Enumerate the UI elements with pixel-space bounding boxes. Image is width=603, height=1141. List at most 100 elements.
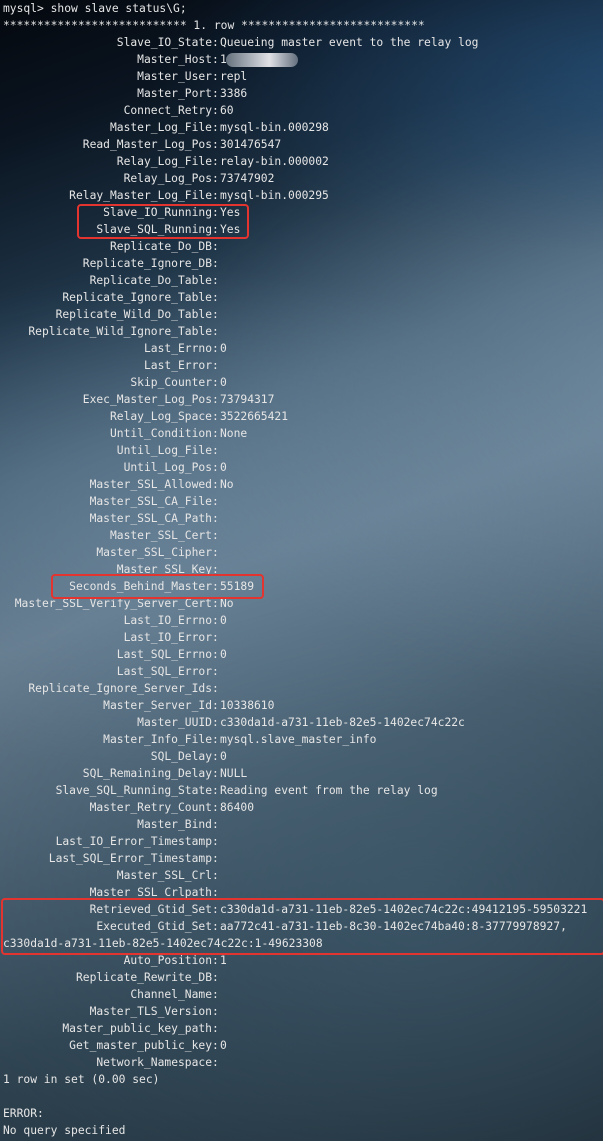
status-key: Last_SQL_Error_Timestamp: [48, 852, 212, 865]
status-value: NULL: [220, 767, 248, 780]
status-row: Master_Server_Id:10338610: [0, 697, 603, 714]
status-value: 3386: [220, 87, 248, 100]
status-row: Master_SSL_Allowed: No: [0, 476, 603, 493]
status-key: Master_Bind: [137, 818, 212, 831]
status-colon: :: [212, 495, 219, 508]
status-row: SQL_Remaining_Delay: NULL: [0, 765, 603, 782]
status-row: Master_SSL_CA_Path:: [0, 510, 603, 527]
status-value: 0: [220, 461, 227, 474]
status-row: Last_SQL_Error:: [0, 663, 603, 680]
status-key: Replicate_Do_Table: [89, 274, 212, 287]
status-row: Until_Condition: None: [0, 425, 603, 442]
status-key: Connect_Retry: [123, 104, 212, 117]
status-row: Replicate_Wild_Do_Table:: [0, 306, 603, 323]
status-key: Relay_Log_File: [116, 155, 212, 168]
status-colon: :: [212, 121, 219, 134]
status-row: Exec_Master_Log_Pos:73794317: [0, 391, 603, 408]
status-row: Slave_SQL_Running_State: Reading event fr…: [0, 782, 603, 799]
status-key: Master_Host: [137, 53, 212, 66]
status-value: 73747902: [220, 172, 275, 185]
status-row: Replicate_Rewrite_DB:: [0, 969, 603, 986]
status-colon: :: [212, 835, 219, 848]
status-row: Master_public_key_path:: [0, 1020, 603, 1037]
status-colon: :: [212, 342, 219, 355]
status-key: Master_User: [137, 70, 212, 83]
status-key: SQL_Delay: [150, 750, 212, 763]
status-key: SQL_Remaining_Delay: [82, 767, 212, 780]
highlight-running-status: [77, 204, 249, 239]
status-key: Master_Retry_Count: [89, 801, 212, 814]
status-key: Exec_Master_Log_Pos: [82, 393, 212, 406]
highlight-gtid-sets: [1, 898, 603, 955]
status-value: No: [220, 478, 234, 491]
status-value: mysql.slave_master_info: [220, 733, 377, 746]
status-value: c330da1d-a731-11eb-82e5-1402ec74c22c: [220, 716, 465, 729]
status-key: Until_Condition: [109, 427, 212, 440]
status-value: Reading event from the relay log: [220, 784, 438, 797]
footer-line: No query specified: [3, 1124, 126, 1137]
status-colon: :: [212, 648, 219, 661]
status-row: Master_Bind:: [0, 816, 603, 833]
status-colon: :: [212, 70, 219, 83]
status-key: Relay_Log_Pos: [123, 172, 212, 185]
status-colon: :: [212, 138, 219, 151]
status-colon: :: [212, 631, 219, 644]
status-colon: :: [212, 172, 219, 185]
prompt-line: mysql> show slave status\G;: [3, 2, 187, 15]
status-colon: :: [212, 665, 219, 678]
status-row: Until_Log_File:: [0, 442, 603, 459]
status-row: Connect_Retry:60: [0, 102, 603, 119]
row-header: *************************** 1. row *****…: [3, 19, 425, 32]
status-value: 86400: [220, 801, 255, 814]
status-colon: :: [212, 427, 219, 440]
status-row: Skip_Counter:0: [0, 374, 603, 391]
status-row: Until_Log_Pos:0: [0, 459, 603, 476]
status-colon: :: [212, 325, 219, 338]
status-colon: :: [212, 240, 219, 253]
status-colon: :: [212, 359, 219, 372]
status-key: Master_SSL_CA_Path: [89, 512, 212, 525]
status-value: 73794317: [220, 393, 275, 406]
status-colon: :: [212, 1056, 219, 1069]
status-row: Replicate_Wild_Ignore_Table:: [0, 323, 603, 340]
status-row: Channel_Name:: [0, 986, 603, 1003]
status-key: Master_SSL_CA_File: [89, 495, 212, 508]
status-key: Replicate_Rewrite_DB: [75, 971, 212, 984]
status-value: 0: [220, 1039, 227, 1052]
status-colon: :: [212, 376, 219, 389]
status-colon: :: [212, 801, 219, 814]
status-colon: :: [212, 818, 219, 831]
status-colon: :: [212, 291, 219, 304]
status-row: Relay_Log_Pos:73747902: [0, 170, 603, 187]
status-key: Last_IO_Error: [123, 631, 212, 644]
status-row: Relay_Log_File: relay-bin.000002: [0, 153, 603, 170]
status-key: Network_Namespace: [96, 1056, 212, 1069]
status-key: Master_Log_File: [109, 121, 212, 134]
status-row: Last_IO_Error:: [0, 629, 603, 646]
status-row: Read_Master_Log_Pos:301476547: [0, 136, 603, 153]
status-colon: :: [212, 614, 219, 627]
status-colon: :: [212, 410, 219, 423]
status-row: Master_TLS_Version:: [0, 1003, 603, 1020]
status-colon: :: [212, 529, 219, 542]
status-colon: :: [212, 274, 219, 287]
status-value: mysql-bin.000298: [220, 121, 329, 134]
status-row: Relay_Log_Space:3522665421: [0, 408, 603, 425]
status-colon: :: [212, 478, 219, 491]
status-colon: :: [212, 784, 219, 797]
status-value: 60: [220, 104, 234, 117]
status-colon: :: [212, 53, 219, 66]
status-value: 0: [220, 342, 227, 355]
footer-line: 1 row in set (0.00 sec): [3, 1073, 160, 1086]
status-row: Replicate_Ignore_Server_Ids:: [0, 680, 603, 697]
status-key: Replicate_Wild_Do_Table: [55, 308, 212, 321]
status-colon: :: [212, 189, 219, 202]
status-key: Last_IO_Errno: [123, 614, 212, 627]
status-row: Last_IO_Errno:0: [0, 612, 603, 629]
status-colon: :: [212, 444, 219, 457]
status-key: Relay_Master_Log_File: [69, 189, 212, 202]
status-row: Relay_Master_Log_File: mysql-bin.000295: [0, 187, 603, 204]
status-row: Master_UUID: c330da1d-a731-11eb-82e5-1402…: [0, 714, 603, 731]
status-key: Get_master_public_key: [69, 1039, 212, 1052]
status-row: Slave_IO_State: Queueing master event to …: [0, 34, 603, 51]
